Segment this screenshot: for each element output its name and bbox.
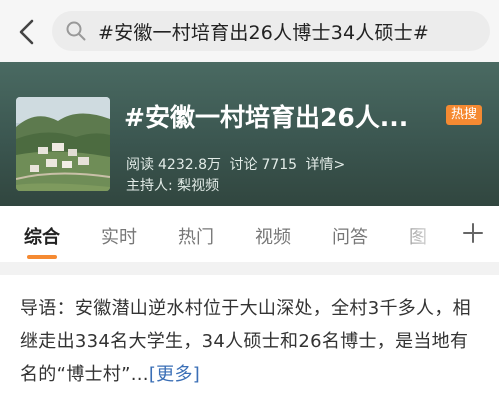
host-label: 主持人: [126,178,173,194]
topic-lead: 导语：安徽潜山逆水村位于大山深处，全村3千多人，相继走出334名大学生，34人硕… [20,292,482,391]
topic-title: #安徽一村培育出26人... [124,103,409,132]
lead-text: 导语：安徽潜山逆水村位于大山深处，全村3千多人，相继走出334名大学生，34人硕… [20,298,471,385]
search-input[interactable]: #安徽一村培育出26人博士34人硕士# [52,11,490,51]
search-query: #安徽一村培育出26人博士34人硕士# [98,21,429,44]
topic-thumbnail[interactable] [16,97,110,191]
tab-comprehensive[interactable]: 综合 [24,223,60,249]
chevron-left-icon [19,19,34,45]
active-tab-indicator [27,255,57,259]
plus-icon [463,223,483,243]
tab-realtime[interactable]: 实时 [101,223,137,249]
tab-qa[interactable]: 问答 [332,223,368,249]
topic-page: #安徽一村培育出26人博士34人硕士# #安徽一村培育出26人... 热搜 阅读… [0,0,499,400]
topic-host: 主持人: 梨视频 [126,175,219,195]
search-icon [64,19,88,43]
tab-images[interactable]: 图 [409,223,427,249]
topic-header: #安徽一村培育出26人... 热搜 阅读 4232.8万 讨论 7715 详情> 主… [0,62,499,206]
tab-bar: 综合 实时 热门 视频 问答 图 [0,206,499,262]
add-tab-button[interactable] [458,218,488,248]
discussion-value: 7715 [261,157,298,173]
host-name[interactable]: 梨视频 [177,178,219,194]
tab-hot[interactable]: 热门 [178,223,214,249]
details-link[interactable]: 详情> [306,157,346,173]
top-search-bar: #安徽一村培育出26人博士34人硕士# [0,0,499,62]
reads-value: 4232.8万 [158,157,221,173]
more-link[interactable]: [更多] [149,364,200,385]
reads-label: 阅读 [126,157,154,173]
back-button[interactable] [10,12,44,52]
discussion-label: 讨论 [229,157,258,173]
section-divider [0,262,499,275]
topic-stats: 阅读 4232.8万 讨论 7715 详情> [126,154,349,174]
hot-badge: 热搜 [446,105,483,125]
tab-video[interactable]: 视频 [255,223,291,249]
